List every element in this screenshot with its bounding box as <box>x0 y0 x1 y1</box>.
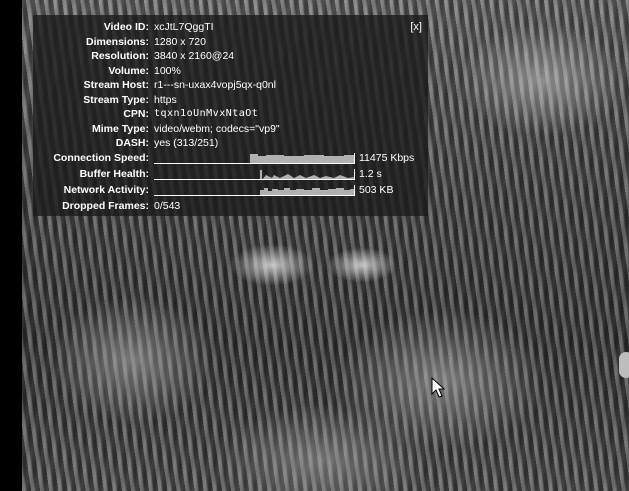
graph-baseline <box>154 179 354 180</box>
stat-label: Volume: <box>108 64 149 77</box>
stat-row-buffer-health: Buffer Health: 1.2 s <box>33 167 414 183</box>
stat-row-connection-speed: Connection Speed: 11475 Kbps <box>33 151 414 167</box>
stat-row-cpn: CPN: tqxn1oUnMvxNtaOt <box>33 107 414 122</box>
connection-speed-value: 11475 Kbps <box>359 152 415 165</box>
stats-for-nerds-panel: [x] Video ID: xcJtL7QggTI Dimensions: 12… <box>33 15 428 216</box>
graph-baseline <box>154 163 354 164</box>
stat-label: Dropped Frames: <box>62 199 149 212</box>
stat-label: Stream Host: <box>83 79 149 91</box>
stat-row-dropped-frames: Dropped Frames: 0/543 <box>33 199 414 214</box>
stat-row-stream-type: Stream Type: https <box>33 93 414 108</box>
network-activity-graph <box>154 185 355 196</box>
buffer-health-value: 1.2 s <box>359 168 382 181</box>
stat-value: 3840 x 2160@24 <box>154 50 235 62</box>
stat-row-dimensions: Dimensions: 1280 x 720 <box>33 35 414 50</box>
stat-value: video/webm; codecs="vp9" <box>154 122 280 135</box>
stat-label: Network Activity: <box>63 184 149 197</box>
stat-row-network-activity: Network Activity: 503 KB <box>33 183 414 199</box>
stat-label: Video ID: <box>103 21 149 33</box>
buffer-health-graph <box>154 169 355 180</box>
connection-speed-graph <box>154 153 355 164</box>
stat-value: tqxn1oUnMvxNtaOt <box>154 108 259 119</box>
stat-value: https <box>154 93 177 106</box>
stat-row-stream-host: Stream Host: r1---sn-uxax4vopj5qx-q0nl <box>33 78 414 93</box>
network-activity-value: 503 KB <box>359 184 394 197</box>
stat-row-mime-type: Mime Type: video/webm; codecs="vp9" <box>33 122 414 137</box>
mouse-cursor-icon <box>431 377 445 398</box>
stat-value: 1280 x 720 <box>154 35 206 48</box>
stat-label: Stream Type: <box>83 93 149 106</box>
stat-row-video-id: Video ID: xcJtL7QggTI <box>33 20 414 35</box>
stat-value: xcJtL7QggTI <box>154 21 214 33</box>
stats-rows: Video ID: xcJtL7QggTI Dimensions: 1280 x… <box>33 20 414 213</box>
side-panel-handle[interactable] <box>619 352 629 378</box>
stat-value: r1---sn-uxax4vopj5qx-q0nl <box>154 79 276 91</box>
stat-label: DASH: <box>115 137 149 149</box>
stat-label: Connection Speed: <box>53 152 149 165</box>
stat-row-volume: Volume: 100% <box>33 64 414 79</box>
stat-row-dash: DASH: yes (313/251) <box>33 136 414 151</box>
stat-label: Buffer Health: <box>79 168 149 181</box>
stat-value: 100% <box>154 64 181 77</box>
video-player[interactable]: [x] Video ID: xcJtL7QggTI Dimensions: 12… <box>0 0 629 491</box>
stat-row-resolution: Resolution: 3840 x 2160@24 <box>33 49 414 64</box>
stat-label: Mime Type: <box>92 122 149 135</box>
stat-value: 0/543 <box>154 199 181 212</box>
stat-label: CPN: <box>123 108 149 120</box>
stat-value: yes (313/251) <box>154 137 219 149</box>
stat-label: Dimensions: <box>85 35 149 48</box>
stat-label: Resolution: <box>91 50 149 62</box>
graph-baseline <box>154 195 354 196</box>
